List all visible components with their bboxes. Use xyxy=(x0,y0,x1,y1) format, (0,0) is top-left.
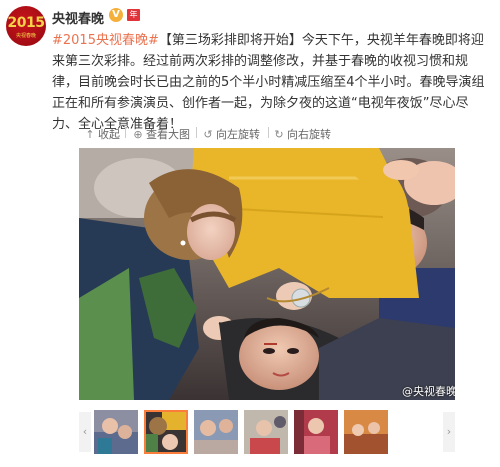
rotate-left-icon: ↺ xyxy=(203,128,213,141)
thumbnail-3[interactable] xyxy=(194,410,238,454)
post-text: #2015央视春晚#【第三场彩排即将开始】今天下午，央视羊年春晚即将迎来第三次彩… xyxy=(52,30,486,135)
zoom-icon: ⊕ xyxy=(133,128,143,141)
collapse-arrow-icon: ↑ xyxy=(85,128,95,141)
thumbnail-1-image xyxy=(94,410,138,454)
thumbnail-3-image xyxy=(194,410,238,454)
rotate-left-button[interactable]: ↺ 向左旋转 xyxy=(202,126,260,142)
account-name[interactable]: 央视春晚 xyxy=(52,8,104,27)
account-avatar[interactable]: 2015 央视春晚 xyxy=(6,6,46,46)
thumbnail-4-image xyxy=(244,410,288,454)
weibo-post-card: 2015 央视春晚 央视春晚 V 年 #2015央视春晚#【第三场彩排即将开始】… xyxy=(0,0,500,467)
thumbnail-2-image xyxy=(146,412,186,452)
collapse-button[interactable]: ↑ 收起 xyxy=(84,126,120,142)
year-badge-icon: 年 xyxy=(127,9,140,21)
photo-artwork xyxy=(79,148,455,400)
thumb-next-arrow[interactable]: › xyxy=(443,412,455,452)
thumbnail-4[interactable] xyxy=(244,410,288,454)
thumbnail-5[interactable] xyxy=(294,410,338,454)
rotate-right-button[interactable]: ↻ 向右旋转 xyxy=(273,126,331,142)
rotate-right-icon: ↻ xyxy=(274,128,284,141)
thumb-prev-arrow[interactable]: ‹ xyxy=(79,412,91,452)
verified-badge-icon: V xyxy=(109,8,123,22)
avatar-caption: 央视春晚 xyxy=(15,33,36,39)
view-large-button[interactable]: ⊕ 查看大图 xyxy=(132,126,190,142)
main-photo[interactable]: @央视春晚 xyxy=(79,148,455,400)
thumbnail-6-image xyxy=(344,410,388,454)
toolbar-divider xyxy=(196,127,197,138)
thumbnail-5-image xyxy=(294,410,338,454)
avatar-logo-text: 2015 xyxy=(7,15,45,31)
thumbnail-1[interactable] xyxy=(94,410,138,454)
toolbar-divider xyxy=(268,127,269,138)
hashtag-link[interactable]: #2015央视春晚# xyxy=(52,33,159,48)
photo-watermark: @央视春晚 xyxy=(402,385,455,398)
thumbnail-6[interactable] xyxy=(344,410,388,454)
toolbar-divider xyxy=(125,127,126,138)
thumbnail-2-selected[interactable] xyxy=(144,410,188,454)
